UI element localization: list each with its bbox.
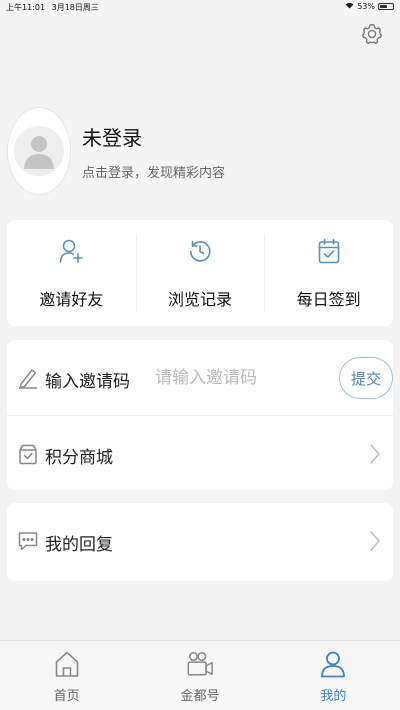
tab-mine[interactable]: 我的 [267,641,400,710]
invite-code-row: 输入邀请码 提交 [7,340,393,415]
points-mall-label: 积分商城 [45,448,113,468]
tab-jindu[interactable]: 金都号 [133,641,266,710]
invite-code-input[interactable] [155,364,325,392]
quick-actions: 邀请好友 浏览记录 每日签到 [7,220,393,326]
gear-icon [360,22,384,50]
invite-friends-button[interactable]: 邀请好友 [7,220,136,326]
invite-friends-label: 邀请好友 [39,290,104,309]
edit-icon [17,366,39,390]
my-replies-row[interactable]: 我的回复 [7,503,393,581]
chevron-right-icon [369,530,381,552]
settings-group: 输入邀请码 提交 积分商城 [7,340,393,490]
calendar-check-icon [315,236,343,266]
tab-home-label: 首页 [53,689,80,704]
my-replies-label: 我的回复 [45,535,113,555]
tab-home[interactable]: 首页 [0,641,133,710]
comment-icon [17,529,39,553]
battery-icon [378,3,394,10]
invite-code-label: 输入邀请码 [45,372,130,392]
tab-mine-label: 我的 [320,689,347,704]
add-user-icon [57,236,85,266]
status-bar: 上午11:01 3月18日周三 53% [0,0,400,14]
submit-button[interactable]: 提交 [339,357,393,399]
reply-group: 我的回复 [7,503,393,581]
tab-jindu-label: 金都号 [180,689,220,704]
daily-checkin-button[interactable]: 每日签到 [264,220,393,326]
home-icon [53,649,81,679]
shop-icon [17,442,39,466]
browse-history-label: 浏览记录 [168,290,233,309]
bottom-tab-bar: 首页 金都号 我的 [0,640,400,710]
history-icon [186,236,214,266]
status-date: 3月18日周三 [51,3,99,12]
daily-checkin-label: 每日签到 [296,290,361,309]
avatar[interactable] [8,108,70,194]
battery-text: 53% [357,2,375,11]
video-camera-icon [186,649,214,679]
default-user-icon [14,126,64,176]
profile-name[interactable]: 未登录 [82,122,142,151]
profile-subtitle: 点击登录，发现精彩内容 [82,166,226,181]
status-time: 上午11:01 [6,3,46,12]
profile-header[interactable]: 未登录 点击登录，发现精彩内容 [0,100,400,200]
user-icon [319,649,347,679]
points-mall-row[interactable]: 积分商城 [7,415,393,490]
settings-button[interactable] [358,22,386,50]
wifi-icon [345,2,354,11]
chevron-right-icon [369,443,381,465]
browse-history-button[interactable]: 浏览记录 [135,220,265,326]
